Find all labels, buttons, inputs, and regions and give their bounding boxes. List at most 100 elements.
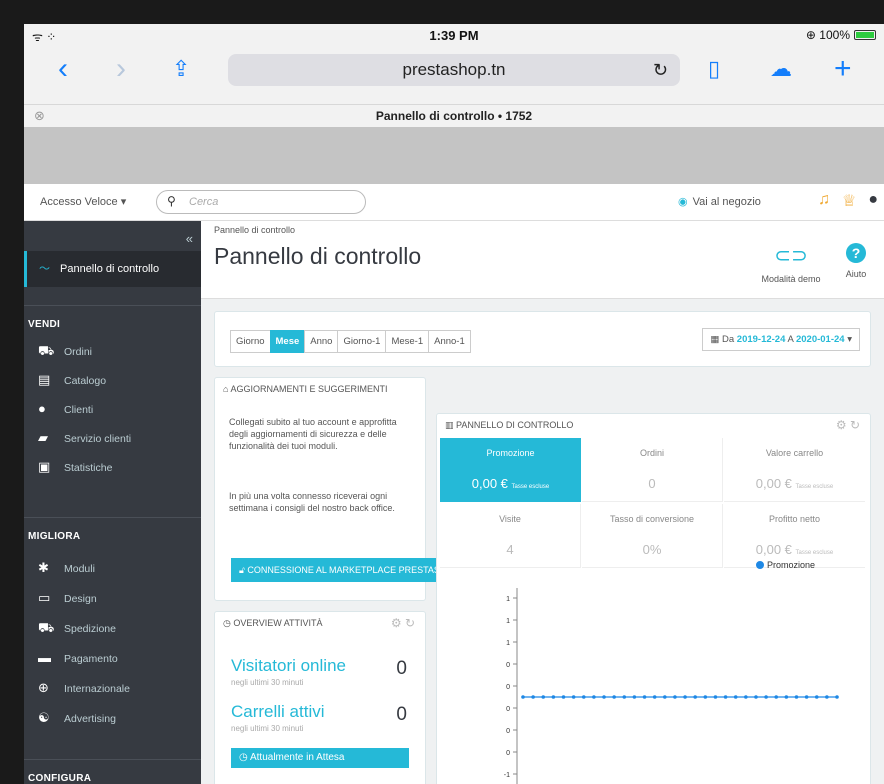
user-icon: ● [38, 401, 46, 416]
sidebar-item-payment[interactable]: ▬ Pagamento [24, 645, 201, 671]
pending-button[interactable]: ◷ Attualmente in Attesa [231, 748, 409, 768]
series-point [592, 695, 596, 699]
cart-icon: ⛟ [38, 343, 55, 358]
series-point [673, 695, 677, 699]
kpi-label: Profitto netto [768, 514, 821, 524]
sidebar-item-label: Design [64, 593, 97, 605]
series-point [723, 695, 728, 699]
sidebar-item-catalog[interactable]: ▤ Catalogo [24, 367, 201, 393]
header-icons: ♫ ♕ ● [818, 191, 878, 211]
sidebar-item-label: Statistiche [64, 462, 113, 474]
sidebar-item-orders[interactable]: ⛟ Ordini [24, 338, 201, 364]
period-prev-year[interactable]: Anno-1 [428, 330, 471, 353]
period-prev-day[interactable]: Giorno-1 [337, 330, 387, 353]
period-prev-month[interactable]: Mese-1 [385, 330, 430, 353]
series-point [693, 695, 697, 699]
kpi-note: Tasse escluse [511, 484, 550, 490]
new-tab-icon[interactable]: + [834, 54, 852, 84]
search-input[interactable]: ⚲ Cerca [156, 190, 366, 214]
series-point [703, 695, 708, 699]
date-range-picker[interactable]: ▦ Da 2019-12-24 A 2020-01-24 ▾ [702, 328, 860, 351]
series-point [632, 695, 637, 699]
kpi-value-text: 0,00 € [471, 476, 508, 491]
sidebar-item-dashboard[interactable]: 〜 Pannello di controllo [24, 251, 201, 287]
series-point [713, 695, 718, 699]
trophy-icon[interactable]: ♕ [842, 191, 856, 211]
back-icon[interactable]: ‹ [58, 54, 68, 84]
store-icon: ⌂ [223, 384, 229, 394]
kpi-value-text: 0,00 € [755, 476, 792, 491]
collapse-sidebar-icon[interactable]: « [186, 231, 193, 246]
calendar-icon: ▦ [710, 334, 720, 345]
series-point [835, 695, 839, 699]
overview-title: OVERVIEW ATTIVITÀ [233, 618, 323, 628]
date-from: 2019-12-24 [736, 334, 786, 345]
series-point [764, 695, 768, 699]
date-prefix: Da [721, 334, 735, 345]
sidebar-item-customer-service[interactable]: ▰ Servizio clienti [24, 425, 201, 451]
kpi-ordini[interactable]: Ordini 0 [582, 438, 723, 502]
close-tab-icon[interactable]: ⊗ [34, 105, 45, 127]
sidebar-item-stats[interactable]: ▣ Statistiche [24, 454, 201, 480]
panel-title: ⌂ AGGIORNAMENTI E SUGGERIMENTI [223, 384, 387, 394]
marketplace-connect-button[interactable]: 🔓︎ CONNESSIONE AL MARKETPLACE PRESTASHOP [231, 558, 441, 582]
pending-label: Attualmente in Attesa [249, 752, 345, 763]
view-shop-label: Vai al negozio [692, 196, 761, 208]
refresh-icon[interactable]: ↻ [405, 616, 415, 630]
sidebar-item-international[interactable]: ⊕ Internazionale [24, 675, 201, 701]
refresh-icon[interactable]: ↻ [850, 418, 860, 432]
series-point [531, 695, 535, 699]
sidebar-item-label: Advertising [64, 713, 116, 725]
sidebar-item-shipping[interactable]: ⛟ Spedizione [24, 615, 201, 641]
main-content: Pannello di controllo Pannello di contro… [201, 221, 884, 784]
address-bar[interactable]: prestashop.tn ↻ [228, 54, 680, 86]
series-point [541, 695, 546, 699]
period-day[interactable]: Giorno [230, 330, 271, 353]
search-placeholder: Cerca [189, 196, 219, 208]
sidebar-item-advertising[interactable]: ☯ Advertising [24, 705, 201, 731]
kpi-valore-carrello[interactable]: Valore carrello 0,00 € Tasse escluse [724, 438, 865, 502]
series-point [774, 695, 779, 699]
cloud-icon[interactable]: ☁ [770, 54, 792, 84]
sidebar-item-customers[interactable]: ● Clienti [24, 396, 201, 422]
series-point [551, 695, 556, 699]
online-visitors-label[interactable]: Visitatori online [231, 656, 346, 676]
quick-access-dropdown[interactable]: Accesso Veloce ▾ [40, 195, 126, 208]
panel-title: ▥ PANNELLO DI CONTROLLO [445, 420, 573, 431]
help-button[interactable]: ? Aiuto [836, 243, 876, 279]
bookmarks-icon[interactable]: ▯ [708, 54, 720, 84]
sidebar-item-label: Internazionale [64, 683, 130, 695]
config-icon[interactable]: ⚙ [391, 616, 402, 630]
y-tick-label: 0 [506, 662, 510, 669]
sidebar-item-modules[interactable]: ✱ Moduli [24, 555, 201, 581]
series-point [733, 695, 738, 699]
demo-mode-button[interactable]: ⊂⊃ Modalità demo [756, 243, 826, 284]
tab-title-bar: ⊗ Pannello di controllo • 1752 [24, 104, 884, 126]
series-point [754, 695, 758, 699]
share-icon[interactable]: ⇪ [172, 54, 190, 84]
battery-status: ⊕ 100% [806, 28, 876, 42]
desktop-icon: ▭ [38, 590, 51, 605]
section-title: MIGLIORA [28, 531, 81, 542]
kpi-value: 0,00 € Tasse escluse [724, 476, 865, 491]
period-month[interactable]: Mese [269, 330, 306, 353]
breadcrumb[interactable]: Pannello di controllo [214, 225, 295, 235]
kpi-label: Ordini [639, 448, 664, 458]
notifications-icon[interactable]: ♫ [818, 191, 830, 211]
lock-icon: 🔓︎ [239, 565, 245, 575]
chat-icon: ▰ [38, 430, 48, 445]
reload-icon[interactable]: ↻ [653, 54, 668, 86]
period-year[interactable]: Anno [304, 330, 339, 353]
divider [24, 759, 201, 760]
legend-label: Promozione [767, 560, 815, 570]
y-tick-label: -1 [504, 772, 510, 779]
config-icon[interactable]: ⚙ [836, 418, 847, 432]
kpi-promozione[interactable]: Promozione 0,00 € Tasse escluse [440, 438, 581, 502]
view-shop-link[interactable]: ◉ Vai al negozio [678, 195, 761, 208]
forward-icon[interactable]: › [116, 54, 126, 84]
sidebar-item-design[interactable]: ▭ Design [24, 585, 201, 611]
active-carts-sub: negli ultimi 30 minuti [231, 724, 304, 733]
active-carts-label[interactable]: Carrelli attivi [231, 702, 325, 722]
period-filter-bar: Giorno Mese Anno Giorno-1 Mese-1 Anno-1 … [214, 311, 871, 367]
user-icon[interactable]: ● [868, 191, 878, 211]
